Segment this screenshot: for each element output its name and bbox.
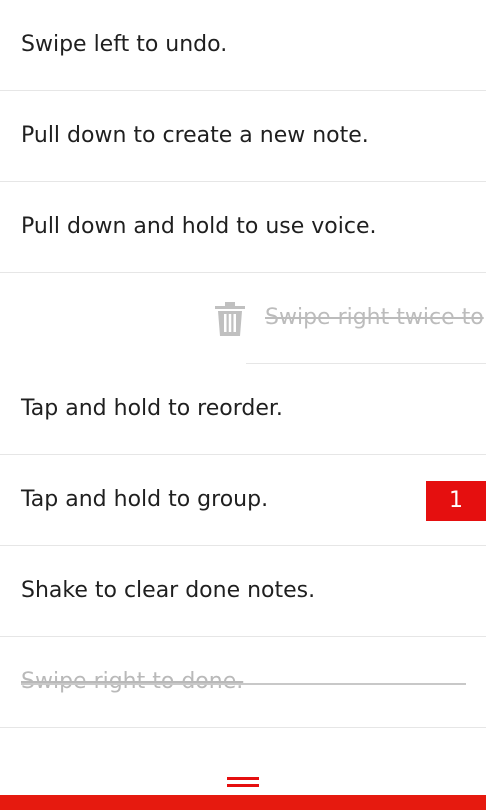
note-item[interactable]: Pull down to create a new note. <box>0 91 486 182</box>
drag-handle-icon[interactable] <box>227 775 259 789</box>
note-item[interactable]: Shake to clear done notes. <box>0 546 486 637</box>
note-text: Swipe right twice to <box>265 305 484 330</box>
note-text: Tap and hold to group. <box>21 487 269 512</box>
notes-list: Swipe left to undo. Pull down to create … <box>0 0 486 728</box>
done-strike-line <box>21 683 466 685</box>
handle-bar <box>227 777 259 780</box>
note-text: Pull down and hold to use voice. <box>21 214 377 239</box>
note-text: Swipe right to done. <box>21 669 244 694</box>
group-count-badge: 1 <box>426 481 486 521</box>
bottom-app-bar[interactable] <box>0 795 486 810</box>
note-text: Tap and hold to reorder. <box>21 396 283 421</box>
note-text: Shake to clear done notes. <box>21 578 316 603</box>
handle-bar <box>227 784 259 787</box>
trash-icon <box>215 302 245 336</box>
note-item-group[interactable]: Tap and hold to group. 1 <box>0 455 486 546</box>
note-text: Pull down to create a new note. <box>21 123 369 148</box>
note-item[interactable]: Tap and hold to reorder. <box>0 364 486 455</box>
note-item-done[interactable]: Swipe right to done. <box>0 637 486 728</box>
note-item-swiping-delete[interactable]: Swipe right twice to <box>0 273 486 364</box>
note-item[interactable]: Swipe left to undo. <box>0 0 486 91</box>
note-item[interactable]: Pull down and hold to use voice. <box>0 182 486 273</box>
note-text: Swipe left to undo. <box>21 32 228 57</box>
